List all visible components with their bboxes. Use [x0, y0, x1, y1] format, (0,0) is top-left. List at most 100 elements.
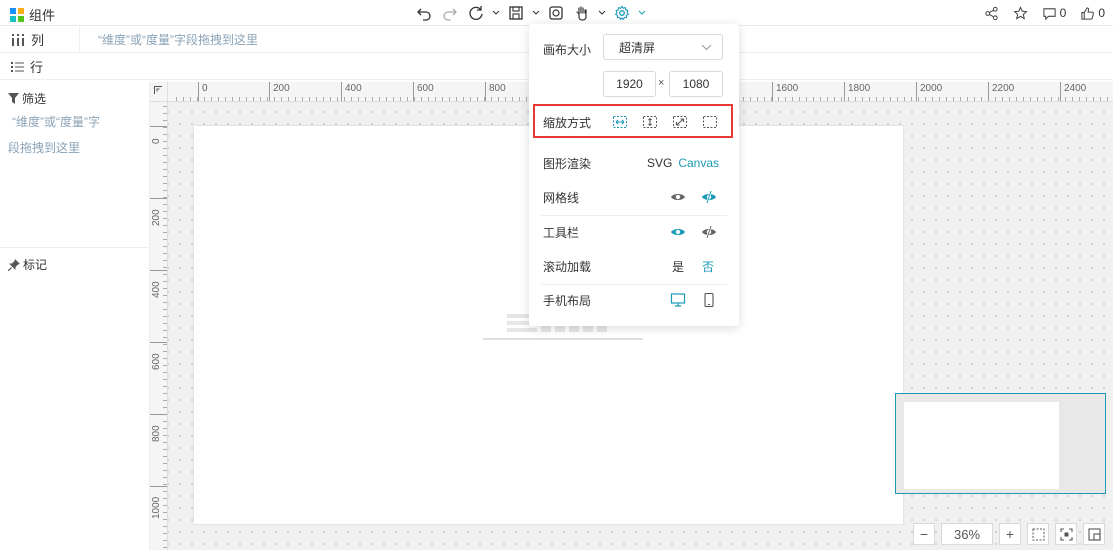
filter-icon: [8, 93, 19, 104]
redo-icon[interactable]: [439, 2, 461, 24]
refresh-chevron-down-icon[interactable]: [491, 2, 501, 24]
ruler-minor-tick: [925, 97, 926, 101]
ruler-corner-icon: [154, 86, 162, 94]
settings-chevron-down-icon[interactable]: [637, 2, 647, 24]
desktop-icon[interactable]: [669, 291, 687, 309]
zoom-out-button[interactable]: −: [913, 523, 935, 545]
canvas-height-input[interactable]: 1080: [669, 71, 723, 97]
ruler-minor-tick: [163, 379, 167, 380]
marks-section[interactable]: 标记: [0, 248, 149, 281]
scroll-yes-option[interactable]: 是: [672, 258, 684, 275]
ruler-minor-tick: [855, 97, 856, 101]
ruler-minor-tick: [491, 97, 492, 101]
mobile-icon[interactable]: [700, 291, 718, 309]
save-icon[interactable]: [505, 2, 527, 24]
render-canvas-option[interactable]: Canvas: [678, 156, 719, 170]
toolbar-show-eye-icon[interactable]: [669, 223, 687, 241]
ruler-minor-tick: [163, 365, 167, 366]
ruler-minor-tick: [163, 148, 167, 149]
grid-row: 网格线: [543, 188, 727, 206]
ruler-minor-tick: [386, 97, 387, 101]
ruler-minor-tick: [163, 463, 167, 464]
no-scale-icon[interactable]: [701, 113, 719, 131]
ruler-tick-label: 600: [150, 342, 167, 370]
ruler-minor-tick: [163, 316, 167, 317]
components-menu[interactable]: 组件: [10, 5, 55, 24]
comment-button[interactable]: 0: [1042, 6, 1066, 21]
ruler-minor-tick: [344, 97, 345, 101]
hand-icon[interactable]: [571, 2, 593, 24]
like-button[interactable]: 0: [1080, 6, 1105, 21]
ruler-minor-tick: [764, 97, 765, 101]
ruler-minor-tick: [505, 97, 506, 101]
refresh-icon[interactable]: [465, 2, 487, 24]
canvas-width-input[interactable]: 1920: [603, 71, 656, 97]
favorite-button[interactable]: [1013, 5, 1028, 21]
ruler-minor-tick: [288, 97, 289, 101]
ruler-minor-tick: [841, 97, 842, 101]
ruler-minor-tick: [163, 169, 167, 170]
ruler-minor-tick: [778, 97, 779, 101]
ruler-minor-tick: [239, 97, 240, 101]
render-row: 图形渲染 SVG Canvas: [543, 154, 727, 172]
ruler-minor-tick: [163, 435, 167, 436]
ruler-minor-tick: [428, 97, 429, 101]
grid-hide-eye-icon[interactable]: [700, 188, 718, 206]
fit-full-icon[interactable]: [671, 113, 689, 131]
thumbs-up-icon: [1081, 6, 1095, 20]
preview-icon[interactable]: [545, 2, 567, 24]
ruler-minor-tick: [953, 97, 954, 101]
ruler-minor-tick: [393, 97, 394, 101]
canvas-size-select[interactable]: 超清屏: [603, 34, 723, 60]
columns-icon: [12, 33, 24, 46]
focus-icon: [1059, 527, 1073, 541]
ruler-minor-tick: [848, 97, 849, 101]
vertical-ruler: 0 200 400 600 800 1000: [150, 102, 168, 550]
ruler-minor-tick: [163, 141, 167, 142]
ruler-minor-tick: [163, 519, 167, 520]
filter-section[interactable]: 筛选 “维度”或“度量”字 段拖拽到这里: [0, 82, 149, 248]
ruler-minor-tick: [449, 97, 450, 101]
ruler-minor-tick: [1079, 97, 1080, 101]
ruler-minor-tick: [820, 97, 821, 101]
ruler-minor-tick: [163, 106, 167, 107]
filter-label: 筛选: [22, 92, 47, 106]
render-svg-option[interactable]: SVG: [647, 156, 672, 170]
ruler-tick-label: 1600: [772, 82, 798, 101]
ruler-minor-tick: [1016, 97, 1017, 101]
share-button[interactable]: [984, 6, 999, 21]
zoom-in-button[interactable]: +: [999, 523, 1021, 545]
scroll-no-option[interactable]: 否: [702, 258, 714, 275]
save-chevron-down-icon[interactable]: [531, 2, 541, 24]
settings-icon[interactable]: [611, 2, 633, 24]
undo-icon[interactable]: [413, 2, 435, 24]
ruler-tick-label: 800: [485, 82, 506, 101]
filter-title: 筛选: [8, 90, 141, 107]
ruler-minor-tick: [163, 218, 167, 219]
row-shelf-label: 行: [30, 60, 44, 75]
mobile-layout-row: 手机布局: [543, 291, 727, 309]
column-drop-zone[interactable]: “维度”或“度量”字段拖拽到这里: [80, 31, 258, 48]
grid-show-eye-icon[interactable]: [669, 188, 687, 206]
ruler-minor-tick: [163, 309, 167, 310]
fit-width-icon[interactable]: [611, 113, 629, 131]
ruler-minor-tick: [1037, 97, 1038, 101]
minimap[interactable]: [895, 393, 1106, 494]
toggle-minimap-button[interactable]: [1083, 523, 1105, 545]
ruler-minor-tick: [163, 372, 167, 373]
fit-height-icon[interactable]: [641, 113, 659, 131]
ruler-minor-tick: [204, 97, 205, 101]
ruler-minor-tick: [939, 97, 940, 101]
focus-button[interactable]: [1055, 523, 1077, 545]
hand-chevron-down-icon[interactable]: [597, 2, 607, 24]
ruler-minor-tick: [163, 386, 167, 387]
ruler-minor-tick: [253, 97, 254, 101]
toolbar-row: 工具栏: [543, 223, 727, 241]
fit-screen-button[interactable]: [1027, 523, 1049, 545]
toolbar-hide-eye-icon[interactable]: [700, 223, 718, 241]
ruler-minor-tick: [190, 97, 191, 101]
ruler-minor-tick: [918, 97, 919, 101]
minimap-viewport: [904, 402, 1059, 489]
ruler-minor-tick: [827, 97, 828, 101]
ruler-minor-tick: [163, 547, 167, 548]
